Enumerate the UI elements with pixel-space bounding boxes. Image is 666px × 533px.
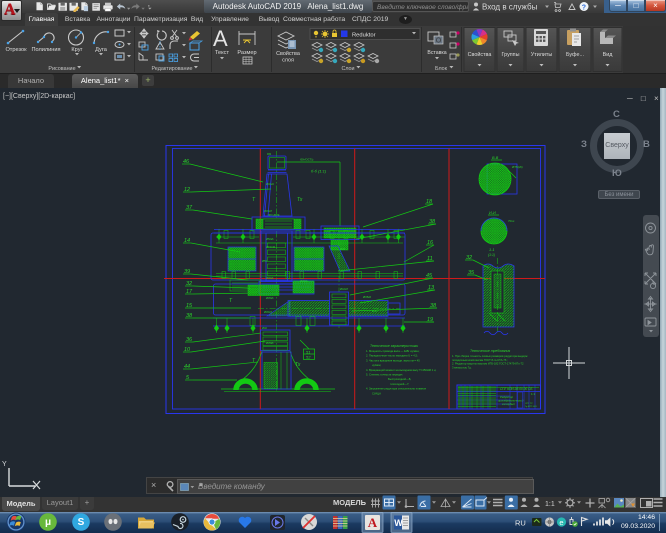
svg-text:e: e [559, 518, 563, 527]
svg-text:W: W [394, 518, 403, 528]
svg-text:RU: RU [515, 519, 526, 528]
svg-text:S: S [78, 517, 85, 528]
svg-text:μ: μ [45, 517, 51, 528]
svg-text:Y: Y [2, 461, 7, 468]
svg-text:A: A [368, 515, 378, 530]
svg-text:1:1: 1:1 [545, 501, 555, 508]
